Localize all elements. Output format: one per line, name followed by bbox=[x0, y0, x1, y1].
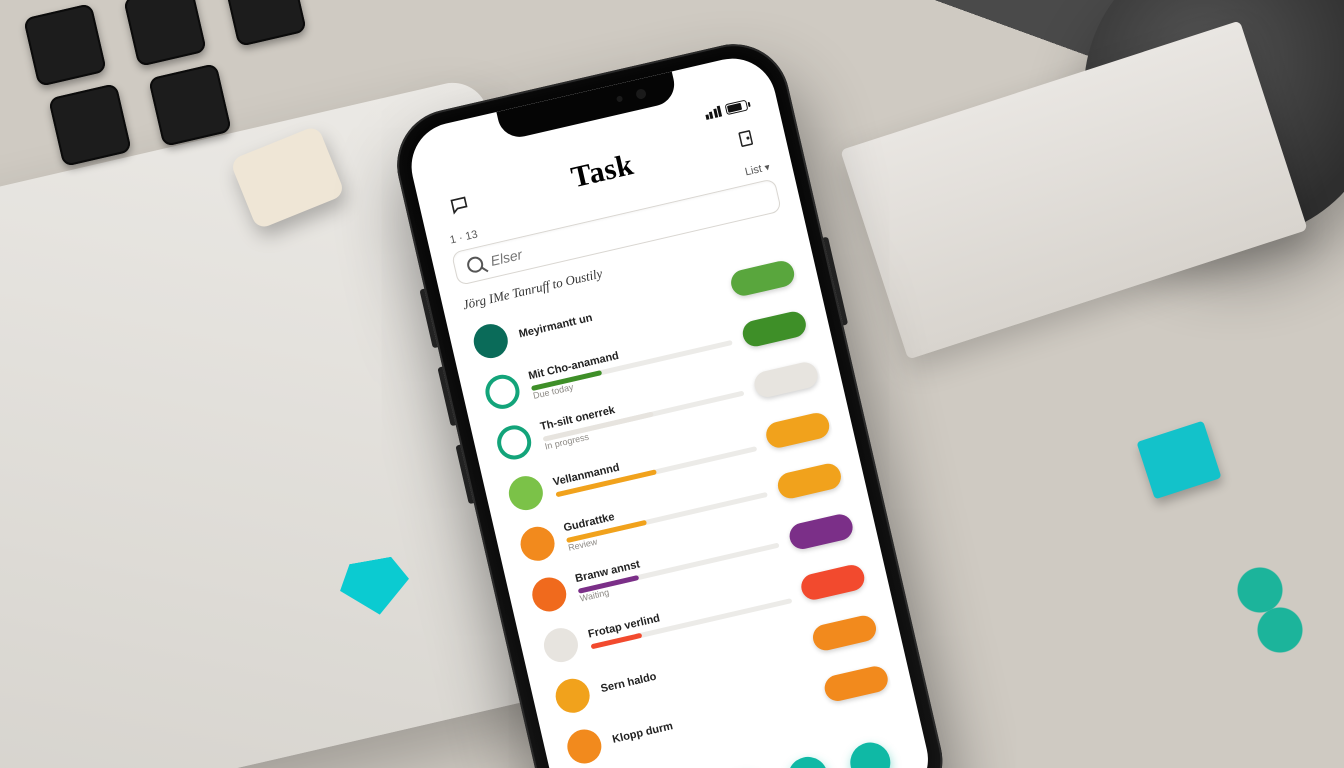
task-icon bbox=[541, 625, 582, 666]
task-status-pill[interactable] bbox=[775, 461, 843, 501]
task-status-pill[interactable] bbox=[787, 512, 855, 552]
dock-button-3[interactable] bbox=[784, 753, 832, 768]
keyboard-key bbox=[223, 0, 307, 47]
keyboard-key bbox=[123, 0, 207, 67]
task-status-pill[interactable] bbox=[740, 309, 808, 349]
task-icon bbox=[529, 574, 570, 615]
sticky-note bbox=[1136, 421, 1221, 500]
desk-scene: Task 1 · 13 List ▾ bbox=[0, 0, 1344, 768]
cloth-prop bbox=[840, 20, 1307, 359]
search-icon bbox=[466, 255, 485, 274]
task-list[interactable]: Meyirmantt unMit Cho-anamandDue todayTh-… bbox=[467, 248, 900, 768]
keyboard-key bbox=[23, 3, 107, 87]
keyboard-key bbox=[48, 83, 132, 167]
chat-icon[interactable] bbox=[440, 186, 478, 224]
battery-icon bbox=[725, 100, 749, 116]
task-icon bbox=[482, 371, 523, 412]
task-status-pill[interactable] bbox=[822, 664, 890, 704]
meta-left: 1 · 13 bbox=[449, 229, 479, 247]
task-icon bbox=[552, 675, 593, 716]
keyboard-key bbox=[148, 63, 232, 147]
task-icon bbox=[517, 523, 558, 564]
meta-right[interactable]: List ▾ bbox=[744, 161, 771, 178]
task-icon bbox=[470, 321, 511, 362]
signal-icon bbox=[704, 106, 723, 120]
task-status-pill[interactable] bbox=[729, 258, 797, 298]
task-icon bbox=[505, 473, 546, 514]
task-status-pill[interactable] bbox=[764, 410, 832, 450]
task-status-pill[interactable] bbox=[799, 562, 867, 602]
task-icon bbox=[564, 726, 605, 767]
dock-button-4[interactable] bbox=[846, 739, 894, 768]
door-icon[interactable] bbox=[727, 119, 765, 157]
task-icon bbox=[494, 422, 535, 463]
task-status-pill[interactable] bbox=[810, 613, 878, 653]
task-status-pill[interactable] bbox=[752, 360, 820, 400]
